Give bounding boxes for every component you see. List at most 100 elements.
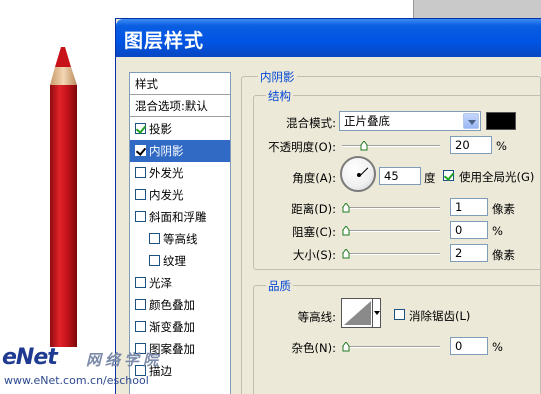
style-item-drop-shadow[interactable]: 投影: [130, 118, 230, 140]
noise-slider-thumb[interactable]: [342, 342, 350, 352]
angle-value: 45: [384, 169, 399, 183]
enet-logo: eNet: [2, 345, 58, 370]
antialias-label[interactable]: 消除锯齿(L): [409, 308, 470, 324]
size-slider-thumb[interactable]: [342, 249, 350, 259]
angle-input[interactable]: 45: [379, 167, 421, 185]
noise-unit: %: [492, 340, 503, 354]
angle-dial[interactable]: [340, 156, 376, 192]
texture-checkbox[interactable]: [149, 255, 160, 266]
opacity-input[interactable]: 20: [450, 136, 492, 154]
style-item-inner-shadow[interactable]: 内阴影: [130, 140, 230, 162]
drop-shadow-checkbox[interactable]: [135, 123, 146, 134]
choke-slider[interactable]: [342, 226, 440, 236]
style-item-satin[interactable]: 光泽: [130, 272, 230, 294]
blend-mode-value: 正片叠底: [344, 114, 390, 128]
choke-label: 阻塞(C):: [292, 225, 336, 239]
opacity-slider-track: [342, 145, 440, 147]
style-item-label: 内阴影: [149, 144, 184, 158]
angle-dial-center: [357, 173, 361, 177]
noise-slider-track: [342, 346, 440, 348]
opacity-label: 不透明度(O):: [268, 140, 336, 154]
layer-style-dialog: 图层样式 样式 混合选项:默认 投影 内阴影 外发光 内发光 斜面和浮雕 等高线…: [115, 18, 541, 394]
color-overlay-checkbox[interactable]: [135, 299, 146, 310]
blend-mode-label: 混合模式:: [286, 116, 336, 130]
style-list-header[interactable]: 样式: [130, 73, 230, 95]
shadow-color-swatch[interactable]: [486, 112, 516, 130]
distance-slider-track: [342, 207, 440, 209]
style-item-bevel-emboss[interactable]: 斜面和浮雕: [130, 206, 230, 228]
choke-input[interactable]: 0: [450, 221, 488, 239]
contour-label: 等高线:: [297, 310, 336, 324]
angle-unit: 度: [424, 171, 436, 185]
contour-checkbox[interactable]: [149, 233, 160, 244]
opacity-value: 20: [455, 138, 470, 152]
distance-value: 1: [455, 200, 463, 214]
style-item-texture[interactable]: 纹理: [130, 250, 230, 272]
red-pencil-image: [50, 47, 77, 347]
canvas-gray-corner: [413, 0, 541, 18]
style-item-label: 等高线: [163, 232, 198, 246]
bevel-emboss-checkbox[interactable]: [135, 211, 146, 222]
style-item-label: 纹理: [163, 254, 186, 268]
structure-title: 结构: [266, 88, 293, 104]
distance-unit: 像素: [492, 202, 515, 216]
blend-mode-select[interactable]: 正片叠底: [339, 111, 481, 131]
blend-options-label: 混合选项:默认: [135, 99, 208, 113]
inner-shadow-title: 内阴影: [258, 69, 297, 85]
choke-slider-thumb[interactable]: [342, 226, 350, 236]
blend-options-item[interactable]: 混合选项:默认: [130, 95, 230, 117]
gradient-overlay-checkbox[interactable]: [135, 321, 146, 332]
style-item-label: 外发光: [149, 166, 184, 180]
size-unit: 像素: [492, 248, 515, 262]
style-item-gradient-overlay[interactable]: 渐变叠加: [130, 316, 230, 338]
style-item-color-overlay[interactable]: 颜色叠加: [130, 294, 230, 316]
style-item-label: 斜面和浮雕: [149, 210, 207, 224]
contour-picker[interactable]: [341, 298, 381, 328]
choke-value: 0: [455, 223, 463, 237]
dialog-titlebar[interactable]: 图层样式: [116, 19, 541, 57]
style-item-label: 内发光: [149, 188, 184, 202]
size-label: 大小(S):: [292, 248, 336, 262]
noise-input[interactable]: 0: [450, 337, 488, 355]
distance-slider-thumb[interactable]: [342, 203, 350, 213]
photoshop-canvas: 图层样式 样式 混合选项:默认 投影 内阴影 外发光 内发光 斜面和浮雕 等高线…: [0, 0, 541, 394]
dialog-title: 图层样式: [124, 30, 205, 52]
size-input[interactable]: 2: [450, 244, 488, 262]
size-slider-track: [342, 253, 440, 255]
global-light-label[interactable]: 使用全局光(G): [459, 169, 534, 185]
chevron-down-icon[interactable]: [372, 298, 381, 328]
size-value: 2: [455, 246, 463, 260]
noise-slider[interactable]: [342, 342, 440, 352]
opacity-slider[interactable]: [342, 141, 440, 151]
distance-label: 距离(D):: [291, 202, 336, 216]
noise-label: 杂色(N):: [291, 341, 336, 355]
noise-value: 0: [455, 339, 463, 353]
chevron-down-icon[interactable]: [463, 113, 479, 129]
inner-glow-checkbox[interactable]: [135, 189, 146, 200]
angle-label: 角度(A):: [292, 171, 336, 185]
enet-logo-cn: 网络学院: [86, 351, 163, 369]
style-item-outer-glow[interactable]: 外发光: [130, 162, 230, 184]
style-item-label: 光泽: [149, 276, 172, 290]
choke-slider-track: [342, 230, 440, 232]
global-light-checkbox[interactable]: [443, 170, 454, 181]
inner-shadow-checkbox[interactable]: [135, 145, 146, 156]
quality-title: 品质: [266, 278, 293, 294]
choke-unit: %: [492, 224, 503, 238]
opacity-unit: %: [496, 139, 507, 153]
distance-input[interactable]: 1: [450, 198, 488, 216]
style-item-label: 渐变叠加: [149, 320, 195, 334]
contour-preview: [344, 301, 371, 325]
antialias-checkbox[interactable]: [394, 309, 405, 320]
style-item-contour[interactable]: 等高线: [130, 228, 230, 250]
opacity-slider-thumb[interactable]: [360, 141, 368, 151]
size-slider[interactable]: [342, 249, 440, 259]
satin-checkbox[interactable]: [135, 277, 146, 288]
style-item-label: 颜色叠加: [149, 298, 195, 312]
style-list-header-label: 样式: [135, 77, 158, 91]
enet-url: www.eNet.com.cn/eschool: [4, 374, 149, 387]
distance-slider[interactable]: [342, 203, 440, 213]
style-item-inner-glow[interactable]: 内发光: [130, 184, 230, 206]
outer-glow-checkbox[interactable]: [135, 167, 146, 178]
enet-watermark: eNet 网络学院 www.eNet.com.cn/eschool: [0, 345, 240, 394]
